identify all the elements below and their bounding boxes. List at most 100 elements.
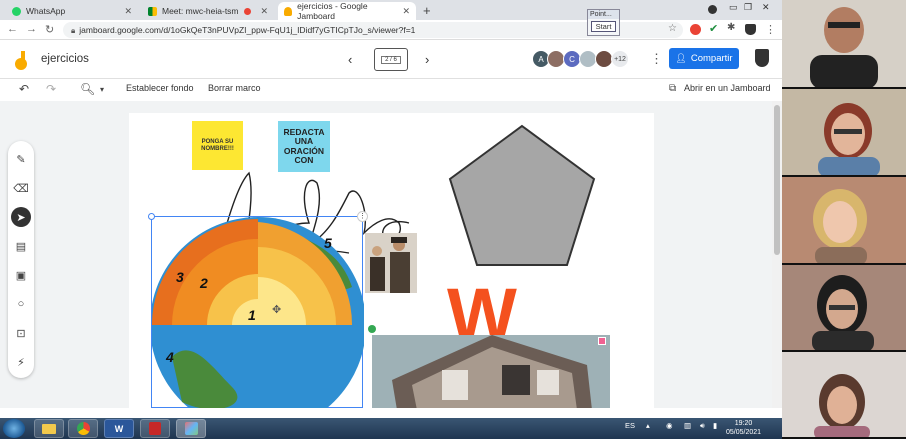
laser-tool-icon[interactable]: ⚡︎ xyxy=(11,352,31,372)
minimize-icon[interactable]: ▭ xyxy=(729,2,738,13)
extension-shield-icon[interactable] xyxy=(745,24,756,35)
network-icon[interactable]: ▥ xyxy=(684,421,691,430)
prev-frame-icon[interactable]: ‹ xyxy=(348,52,352,67)
image-tool-icon[interactable]: ▣ xyxy=(11,265,31,285)
jamboard-header: ejercicios ‹ 2 / 6 › A C +12 ⋮ 👤︎ Compar… xyxy=(0,41,782,79)
reload-icon[interactable]: ↻ xyxy=(45,23,54,36)
forward-icon[interactable]: → xyxy=(26,23,37,35)
redo-icon[interactable]: ↷ xyxy=(46,82,56,96)
earth-illustration xyxy=(152,217,364,408)
language-indicator[interactable]: ES xyxy=(625,421,635,430)
eraser-tool-icon[interactable]: ⌫ xyxy=(11,178,31,198)
jam-title[interactable]: ejercicios xyxy=(41,53,89,65)
house-photo[interactable] xyxy=(372,335,610,408)
share-label: Compartir xyxy=(690,53,733,64)
taskbar-acrobat-button[interactable] xyxy=(140,419,170,438)
recording-icon xyxy=(244,7,252,15)
tool-palette: ✎ ⌫ ➤ ▤ ▣ ○ ⊡ ⚡︎ xyxy=(8,141,34,378)
taskbar-paint-button[interactable] xyxy=(176,419,206,438)
paint-icon xyxy=(184,422,198,435)
extension-check-icon[interactable]: ✔ xyxy=(709,22,720,35)
windows-taskbar: W ES ▴ ◉ ▥ 🔊︎ ▮ 19:20 05/05/2021 xyxy=(0,418,782,439)
undo-icon[interactable]: ↶ xyxy=(19,82,29,96)
restore-icon[interactable]: ❐ xyxy=(744,2,752,13)
sticky-note-text: PONGA SU NOMBRE!!! xyxy=(201,138,234,152)
move-handle-icon[interactable]: ✥ xyxy=(272,303,281,316)
text-box-tool-icon[interactable]: ⊡ xyxy=(11,323,31,343)
url-text: jamboard.google.com/d/1oGkQeT3nPUVpZI_pp… xyxy=(79,25,416,35)
more-collaborators-badge[interactable]: +12 xyxy=(611,50,629,68)
people-photo[interactable] xyxy=(365,233,417,293)
more-options-icon[interactable]: ⋮ xyxy=(650,51,663,67)
clear-frame-button[interactable]: Borrar marco xyxy=(208,83,261,93)
jamboard-toolbar: ↶ ↷ 🔍︎ ▾ Establecer fondo Borrar marco ⧉… xyxy=(0,79,782,101)
tab-whatsapp[interactable]: WhatsApp ✕ xyxy=(6,2,138,20)
sticky-note-tool-icon[interactable]: ▤ xyxy=(11,236,31,256)
pointer-start-button[interactable]: Start xyxy=(591,21,616,32)
taskbar-explorer-button[interactable] xyxy=(34,419,64,438)
pentagon-shape[interactable] xyxy=(447,123,597,269)
earth-label-4: 4 xyxy=(166,349,174,365)
volume-icon[interactable]: 🔊︎ xyxy=(700,421,705,431)
clock[interactable]: 19:20 05/05/2021 xyxy=(726,419,761,437)
tray-expand-icon[interactable]: ▴ xyxy=(646,421,650,430)
set-background-button[interactable]: Establecer fondo xyxy=(126,83,194,93)
object-menu-icon[interactable]: ⋮ xyxy=(357,211,368,222)
address-bar: ← → ↻ 🔒︎ jamboard.google.com/d/1oGkQeT3nP… xyxy=(0,20,782,40)
participant-video xyxy=(782,89,906,175)
battery-icon[interactable]: ▮ xyxy=(713,421,717,430)
meet-icon xyxy=(148,6,157,16)
zoom-icon[interactable]: 🔍︎ xyxy=(80,82,95,96)
vertical-scrollbar[interactable] xyxy=(772,101,782,408)
tab-label: WhatsApp xyxy=(26,6,66,16)
zoom-dropdown-icon[interactable]: ▾ xyxy=(100,85,104,94)
back-icon[interactable]: ← xyxy=(7,23,18,35)
pen-tool-icon[interactable]: ✎ xyxy=(11,149,31,169)
participant-tile[interactable] xyxy=(782,352,906,439)
bookmark-star-icon[interactable]: ☆ xyxy=(668,23,677,34)
tab-label: Meet: mwc-heia-tsm xyxy=(162,6,239,16)
user-account-icon[interactable] xyxy=(755,49,769,67)
house-illustration xyxy=(372,335,610,408)
participant-tile[interactable] xyxy=(782,265,906,352)
frame-bar-button[interactable]: 2 / 6 xyxy=(374,48,408,71)
earth-layers-image[interactable]: 1 2 3 4 5 ✥ ⋮ xyxy=(148,211,368,408)
earth-label-3: 3 xyxy=(176,269,184,285)
taskbar-word-button[interactable]: W xyxy=(104,419,134,438)
close-tab-icon[interactable]: ✕ xyxy=(124,6,132,17)
earth-label-2: 2 xyxy=(200,275,208,291)
tray-app-icon[interactable]: ◉ xyxy=(666,421,673,430)
browser-window: WhatsApp ✕ Meet: mwc-heia-tsm ✕ ejercici… xyxy=(0,0,782,418)
open-external-icon[interactable]: ⧉ xyxy=(669,83,676,94)
earth-label-5: 5 xyxy=(324,235,332,251)
scrollbar-thumb[interactable] xyxy=(774,105,780,255)
participant-tile[interactable] xyxy=(782,177,906,265)
selection-handle[interactable] xyxy=(148,213,155,220)
circle-tool-icon[interactable]: ○ xyxy=(11,294,31,314)
next-frame-icon[interactable]: › xyxy=(425,52,429,67)
profile-icon[interactable] xyxy=(708,5,717,14)
jam-canvas[interactable]: PONGA SU NOMBRE!!! REDACTA UNA ORACIÓN C… xyxy=(129,113,654,408)
share-button[interactable]: 👤︎ Compartir xyxy=(669,48,739,69)
menu-icon[interactable]: ⋮ xyxy=(765,23,776,36)
workspace: ✎ ⌫ ➤ ▤ ▣ ○ ⊡ ⚡︎ PONGA SU NOMBRE!!! REDA… xyxy=(0,101,782,408)
participant-tile[interactable] xyxy=(782,0,906,89)
new-tab-button[interactable]: + xyxy=(423,3,431,18)
clock-date: 05/05/2021 xyxy=(726,429,762,436)
tab-meet[interactable]: Meet: mwc-heia-tsm ✕ xyxy=(142,2,274,20)
word-icon: W xyxy=(114,423,124,434)
close-window-icon[interactable]: ✕ xyxy=(762,2,770,13)
close-tab-icon[interactable]: ✕ xyxy=(402,6,410,17)
start-button[interactable] xyxy=(3,419,25,438)
participant-tile[interactable] xyxy=(782,89,906,177)
open-in-jamboard-button[interactable]: Abrir en un Jamboard xyxy=(684,83,771,93)
taskbar-chrome-button[interactable] xyxy=(68,419,98,438)
select-tool-icon[interactable]: ➤ xyxy=(11,207,31,227)
tab-jamboard[interactable]: ejercicios - Google Jamboard ✕ xyxy=(278,1,416,21)
close-tab-icon[interactable]: ✕ xyxy=(260,6,268,17)
extension-opera-icon[interactable] xyxy=(690,24,701,35)
people-illustration xyxy=(370,237,410,293)
extensions-icon[interactable]: ✱ xyxy=(727,22,738,33)
clock-time: 19:20 xyxy=(734,420,753,427)
lock-icon: 🔒︎ xyxy=(71,26,76,35)
